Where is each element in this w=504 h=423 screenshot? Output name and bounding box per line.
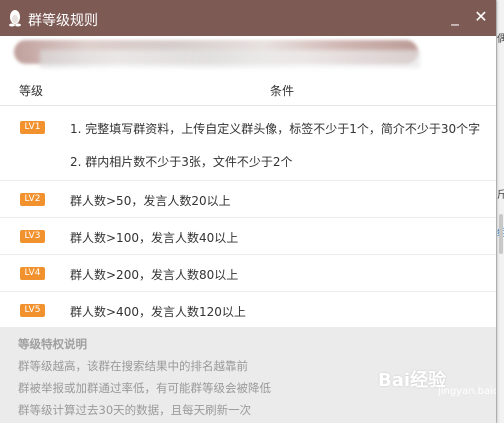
background-text: 斤 (497, 190, 504, 201)
baidu-jingyan-watermark: Bai经验 jingyan.baidu.com (378, 362, 496, 402)
footer-line: 群被举报或加群通过率低，有可能群等级会被降低 (18, 381, 271, 395)
level-badge: LV2 (20, 193, 45, 206)
minimize-button[interactable]: _ (444, 6, 466, 28)
level-badge: LV5 (20, 304, 45, 317)
condition-text: 1. 完整填写群资料，上传自定义群头像，标签不少于1个，简介不少于30个字 (70, 122, 481, 136)
level-column-header: 等级 (19, 84, 44, 98)
level-badge: LV4 (20, 267, 45, 280)
group-level-rules-dialog: 群等级规则 _ ✕ 等级 条件 LV1 1. 完整填写群资料，上传自定义群头像，… (0, 0, 496, 423)
footer-line: 群等级越高，该群在搜索结果中的排名越靠前 (18, 359, 248, 373)
level-badge: LV3 (20, 230, 45, 243)
table-row: LV1 1. 完整填写群资料，上传自定义群头像，标签不少于1个，简介不少于30个… (0, 106, 496, 181)
background-text: 偶 (497, 34, 504, 45)
watermark-subtext: jingyan.baidu.com (438, 386, 496, 397)
close-button[interactable]: ✕ (470, 6, 492, 28)
window-title: 群等级规则 (28, 13, 98, 29)
condition-column-header: 条件 (270, 84, 295, 98)
footer-line: 群等级计算过去30天的数据，且每天刷新一次 (18, 403, 252, 417)
blurred-region (40, 50, 420, 68)
condition-text: 群人数>50，发言人数20以上 (70, 194, 231, 208)
condition-text: 群人数>400，发言人数120以上 (70, 305, 246, 319)
title-bar[interactable]: 群等级规则 _ ✕ (0, 0, 496, 36)
table-row: LV5 群人数>400，发言人数120以上 (0, 292, 496, 326)
background-scrollbar[interactable] (499, 214, 503, 254)
table-row: LV4 群人数>200，发言人数80以上 (0, 255, 496, 292)
condition-text: 2. 群内相片数不少于3张，文件不少于2个 (70, 155, 293, 169)
qq-penguin-icon (9, 10, 21, 27)
table-header: 等级 条件 (0, 73, 496, 106)
footer-title: 等级特权说明 (18, 337, 87, 351)
background-window-edge: 偶 斤 组 (496, 0, 504, 423)
table-row: LV2 群人数>50，发言人数20以上 (0, 181, 496, 218)
condition-text: 群人数>100，发言人数40以上 (70, 231, 239, 245)
table-row: LV3 群人数>100，发言人数40以上 (0, 218, 496, 255)
level-badge: LV1 (20, 121, 45, 134)
condition-text: 群人数>200，发言人数80以上 (70, 268, 239, 282)
watermark-text: Bai经验 (378, 370, 447, 391)
